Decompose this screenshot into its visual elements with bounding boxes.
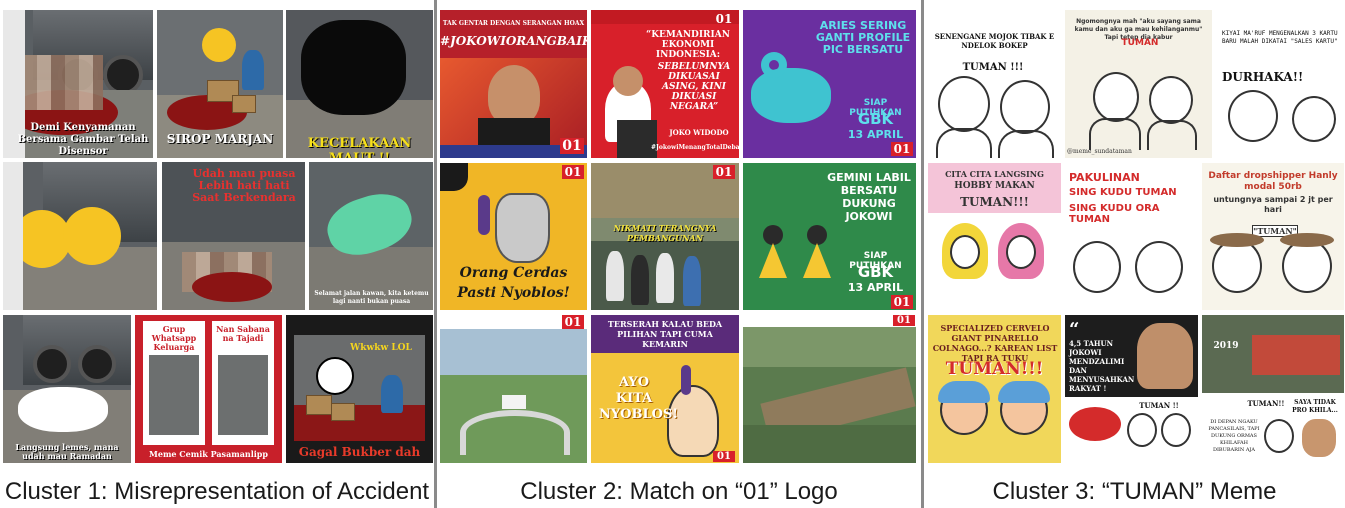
c2-t4-text-1: Orang Cerdas [459,265,568,281]
c3-tile-9: 2019 TUMAN!! SAYA TIDAK PRO KHILA... DI … [1202,315,1344,463]
c2-tile-5: NIKMATI TERANGNYA PEMBANGUNAN 01 [591,163,739,310]
c3-t4-text-3: TUMAN!!! [960,195,1029,209]
c3-t3-text-2: DURHAKA!! [1222,70,1304,84]
c3-t6-text-1: Daftar dropshipper Hanly modal 50rb [1208,171,1338,192]
c2-t3-text-1: ARIES SERING GANTI PROFILE PIC BERSATU [815,19,911,56]
c3-tile-8: “ 4,5 TAHUN JOKOWI MENDZALIMI DAN MENYUS… [1065,315,1198,463]
aries-ram-icon [751,68,831,123]
c2-t3-logo: 01 [891,142,913,156]
c1-t3-text: KECELAKAAN MAUT !! [307,136,412,158]
c2-t1-text-1: TAK GENTAR DENGAN SERANGAN HOAX [442,20,585,27]
c3-t6-text-2: untungnya sampai 2 jt per hari [1213,195,1333,214]
c1-t8-text-2: Nan Sabana na Tajadi [216,324,270,343]
c3-t9-text-1: 2019 [1213,341,1239,351]
c2-t2-logo: 01 [715,12,733,26]
c3-t3-text-1: KIYAI MA'RUF MENGENALKAN 3 KARTU BARU MA… [1222,30,1338,45]
c3-tile-7: SPECIALIZED CERVELO GIANT PINARELLO COLN… [928,315,1061,463]
c2-tile-7: 01 [440,315,587,463]
c3-tile-2: Ngomongnya mah "aku sayang sama kamu dan… [1065,10,1212,158]
c2-t4-text-2: Pasti Nyoblos! [457,285,570,301]
c3-tile-6: Daftar dropshipper Hanly modal 50rb untu… [1202,163,1344,310]
c2-t2-text-4: #JokowiMenangTotalDebat [651,144,739,151]
c3-t9-text-3: SAYA TIDAK PRO KHILA... [1292,399,1338,414]
c2-t2-text-3: JOKO WIDODO [669,128,729,137]
c3-t5-text-3: SING KUDU ORA TUMAN [1069,203,1160,225]
crying-emoji-icon [63,207,121,265]
c3-t5-text-1: PAKULINAN [1069,171,1140,184]
c2-t7-logo: 01 [562,315,584,329]
c3-t2-text-2: TUMAN [1121,38,1159,48]
c3-t7-text-1: SPECIALIZED CERVELO GIANT PINARELLO COLN… [932,323,1058,363]
c2-t5-logo: 01 [713,165,735,179]
c3-tile-1: SENENGANE MOJOK TIBAK E NDELOK BOKEP TUM… [928,10,1061,158]
c3-tile-5: PAKULINAN SING KUDU TUMAN SING KUDU ORA … [1065,163,1198,310]
c2-t4-logo: 01 [562,165,584,179]
c2-t1-logo: 01 [560,138,584,154]
cluster-1-caption: Cluster 1: Misrepresentation of Accident [4,478,430,505]
cluster-2-caption: Cluster 2: Match on “01” Logo [520,478,838,505]
cluster-divider-1 [434,0,437,508]
c2-t8-text-2: AYO KITA NYOBLOS! [599,375,679,422]
c3-t1-text-1: SENENGANE MOJOK TIBAK E NDELOK BOKEP [934,32,1055,50]
c3-t1-text-2: TUMAN !!! [962,62,1024,73]
c3-t8-quote: “ [1069,319,1080,340]
c2-t2-text-2: SEBELUMNYA DIKUASAI ASING, KINI DIKUASI … [657,62,731,112]
c1-tile-6: Selamat jalan kawan, kita ketemu lagi na… [309,162,433,310]
c2-t9-logo: 01 [893,315,915,326]
c3-tile-3: KIYAI MA'RUF MENGENALKAN 3 KARTU BARU MA… [1216,10,1344,158]
c2-tile-9: 01 [743,315,916,463]
c1-t8-text-1: Grup Whatsapp Keluarga [151,324,197,352]
c1-t9-text-1: Wkwkw LOL [350,343,412,353]
cluster-3-caption: Cluster 3: “TUMAN” Meme [992,478,1277,505]
c2-t8-logo: 01 [713,451,735,462]
c2-tile-1: TAK GENTAR DENGAN SERANGAN HOAX #JOKOWIO… [440,10,587,158]
c3-t9-text-4: DI DEPAN NGAKU PANCASILAIS, TAPI DUKUNG … [1208,419,1260,453]
c2-tile-6: GEMINI LABIL BERSATU DUKUNG JOKOWI SIAP … [743,163,916,310]
c1-tile-9: Wkwkw LOL Gagal Bukber dah [286,315,433,463]
c1-tile-7: Langsung lemes, mana udah mau Ramadan [3,315,131,463]
c2-t3-text-4: 13 APRIL [847,128,904,141]
cluster-divider-2 [921,0,924,508]
c2-t6-text-3: GBK [857,263,894,281]
c2-t5-text: NIKMATI TERANGNYA PEMBANGUNAN [613,223,717,243]
c3-t8-text-1: 4,5 TAHUN JOKOWI MENDZALIMI DAN MENYUSAH… [1069,339,1135,393]
c2-tile-2: “KEMANDIRIAN EKONOMI INDONESIA: SEBELUMN… [591,10,739,158]
c1-t6-text: Selamat jalan kawan, kita ketemu lagi na… [314,290,429,305]
c2-t8-text-1: TERSERAH KALAU BEDA PILIHAN TAPI CUMA KE… [607,319,723,349]
c3-t4-text-2: HOBBY MAKAN [954,181,1035,191]
c2-t6-logo: 01 [891,295,913,309]
c2-t6-text-4: 13 APRIL [847,281,904,294]
c2-t6-text-1: GEMINI LABIL BERSATU DUKUNG JOKOWI [827,171,911,223]
c2-tile-8: TERSERAH KALAU BEDA PILIHAN TAPI CUMA KE… [591,315,739,463]
c1-t7-text: Langsung lemes, mana udah mau Ramadan [15,442,119,461]
trollface-icon [316,357,354,395]
c1-t5-text-3: Saat Berkendara [192,191,296,204]
c3-t9-text-2: TUMAN!! [1247,399,1285,408]
c1-t8-text-3: Meme Cemik Pasamanlipp [149,449,268,459]
c3-t7-text-2: TUMAN!!! [945,359,1044,379]
c3-tile-4: CITA CITA LANGSING HOBBY MAKAN TUMAN!!! [928,163,1061,310]
c2-tile-3: ARIES SERING GANTI PROFILE PIC BERSATU S… [743,10,916,158]
c2-t2-text-1: “KEMANDIRIAN EKONOMI INDONESIA: [646,30,730,60]
c1-tile-5: Udah mau puasa Lebih hati hati Saat Berk… [162,162,305,310]
c2-t1-text-2: #JOKOWIORANGBAIK [440,34,587,48]
c1-tile-4 [3,162,157,310]
c1-t9-text-2: Gagal Bukber dah [298,445,421,459]
c1-t1-text: Demi Kenyamanan Bersama Gambar Telah Dis… [17,122,149,157]
c3-t5-text-2: SING KUDU TUMAN [1069,187,1177,198]
laughing-emoji-icon [202,28,236,62]
c1-tile-3: KECELAKAAN MAUT !! [286,10,433,158]
c1-t2-text: SIROP MARJAN [166,132,274,146]
c2-t3-text-3: GBK [857,110,894,128]
c1-tile-2: SIROP MARJAN [157,10,283,158]
c1-tile-1: Demi Kenyamanan Bersama Gambar Telah Dis… [3,10,153,158]
c3-t2-text-3: @meme_sundataman [1067,148,1132,155]
c1-tile-8: Grup Whatsapp Keluarga Nan Sabana na Taj… [135,315,282,463]
c3-t8-text-2: TUMAN !! [1139,401,1179,410]
c2-tile-4: Orang Cerdas Pasti Nyoblos! 01 [440,163,587,310]
c3-t4-text-1: CITA CITA LANGSING [945,169,1044,179]
